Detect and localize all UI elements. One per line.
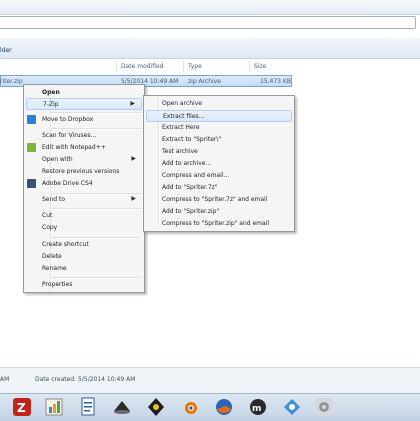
submenu-7zip: Open archive Extract files... Extract He… xyxy=(143,95,295,232)
submenu-item-extract-to[interactable]: Extract to "Spriter\" xyxy=(146,134,292,146)
submenu-item-add-to-archive[interactable]: Add to archive... xyxy=(146,158,292,170)
submenu-item-add-to-7z[interactable]: Add to "Spriter.7z" xyxy=(146,182,292,194)
network-app-icon[interactable] xyxy=(282,397,302,417)
submenu-item-open-archive[interactable]: Open archive xyxy=(146,98,292,110)
file-name: riter.zip xyxy=(0,78,23,85)
gps-app-icon[interactable] xyxy=(146,397,166,417)
column-separator[interactable] xyxy=(249,60,250,72)
submenu-arrow-icon: ▶ xyxy=(131,195,136,202)
adobe-drive-icon xyxy=(27,179,36,188)
menu-item-cut[interactable]: Cut xyxy=(26,210,142,222)
window-title-bar xyxy=(0,0,420,15)
explorer-toolbar xyxy=(0,38,420,59)
menu-item-copy[interactable]: Copy xyxy=(26,222,142,234)
menu-item-rename[interactable]: Rename xyxy=(26,263,142,275)
submenu-item-compress-to-7z-email[interactable]: Compress to "Spriter.7z" and email xyxy=(146,194,292,206)
file-size: 15,473 KB xyxy=(260,78,291,85)
column-separator[interactable] xyxy=(116,60,117,72)
settings-app-icon[interactable] xyxy=(314,397,334,417)
menu-item-send-to[interactable]: Send to ▶ xyxy=(26,194,142,206)
menu-item-restore-previous-versions[interactable]: Restore previous versions xyxy=(26,166,142,178)
document-app-icon[interactable] xyxy=(78,397,98,417)
svg-text:m: m xyxy=(252,404,261,414)
column-header-size[interactable]: Size xyxy=(254,63,266,70)
column-header-type[interactable]: Type xyxy=(188,63,202,70)
submenu-item-extract-files[interactable]: Extract files... xyxy=(146,110,292,122)
firefox-icon[interactable] xyxy=(214,397,234,417)
details-left-text: AM xyxy=(0,376,10,383)
submenu-arrow-icon: ▶ xyxy=(130,100,135,107)
column-separator[interactable] xyxy=(183,60,184,72)
submenu-arrow-icon: ▶ xyxy=(131,155,136,162)
menu-item-move-to-dropbox[interactable]: Move to Dropbox xyxy=(26,114,142,126)
menu-item-edit-with-notepad[interactable]: Edit with Notepad++ xyxy=(26,142,142,154)
menu-item-adobe-drive[interactable]: Adobe Drive CS4 xyxy=(26,178,142,190)
submenu-item-compress-and-email[interactable]: Compress and email... xyxy=(146,170,292,182)
menu-item-7zip[interactable]: 7-Zip ▶ xyxy=(26,98,142,110)
filezilla-icon[interactable]: Z xyxy=(12,397,32,417)
blender-icon[interactable] xyxy=(180,397,200,417)
inkscape-icon[interactable] xyxy=(112,397,132,417)
menu-item-properties[interactable]: Properties xyxy=(26,279,142,291)
mu-app-icon[interactable]: m xyxy=(248,397,268,417)
column-header-date-modified[interactable]: Date modified xyxy=(121,63,164,70)
menu-item-scan-for-viruses[interactable]: Scan for Viruses... xyxy=(26,130,142,142)
submenu-item-extract-here[interactable]: Extract Here xyxy=(146,122,292,134)
chart-app-icon[interactable] xyxy=(44,397,64,417)
svg-text:Z: Z xyxy=(17,401,26,415)
address-bar[interactable] xyxy=(0,16,416,29)
submenu-item-add-to-zip[interactable]: Add to "Spriter.zip" xyxy=(146,206,292,218)
context-menu: Open 7-Zip ▶ Move to Dropbox Scan for Vir… xyxy=(23,84,145,293)
submenu-item-compress-to-zip-email[interactable]: Compress to "Spriter.zip" and email xyxy=(146,218,292,230)
menu-item-open-with[interactable]: Open with ▶ xyxy=(26,154,142,166)
menu-item-create-shortcut[interactable]: Create shortcut xyxy=(26,239,142,251)
submenu-item-test-archive[interactable]: Test archive xyxy=(146,146,292,158)
dropbox-icon xyxy=(27,115,36,124)
folder-label: lder xyxy=(0,47,12,54)
details-date-created: Date created: 5/5/2014 10:49 AM xyxy=(35,376,136,383)
menu-item-delete[interactable]: Delete xyxy=(26,251,142,263)
file-type: zip Archive xyxy=(188,78,221,85)
notepad-plus-plus-icon xyxy=(27,143,36,152)
